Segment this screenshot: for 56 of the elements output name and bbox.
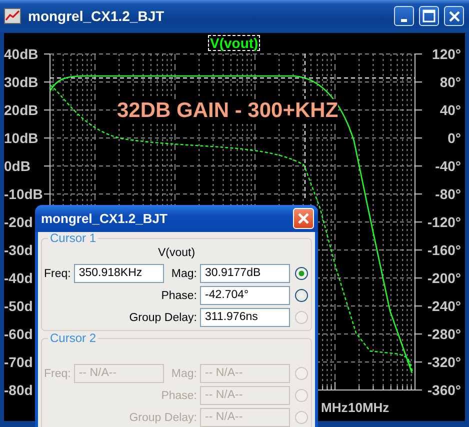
axis-label: -320° — [427, 354, 461, 370]
graph-icon — [4, 8, 21, 24]
axis-label: -80° — [435, 186, 461, 202]
group-title: Cursor 2 — [49, 332, 98, 345]
readout-field[interactable]: -42.704° — [200, 286, 290, 305]
field-label: Mag: — [171, 268, 197, 280]
axis-label: -50d — [4, 298, 33, 314]
axis-label: 80° — [440, 74, 461, 90]
axis-label: -200° — [427, 270, 461, 286]
axis-label: 10dB — [4, 130, 38, 146]
axis-label: -240° — [427, 298, 461, 314]
trace-name: V(vout) — [158, 246, 196, 260]
field-label: Freq: — [44, 368, 71, 380]
axis-label: -10dB — [4, 186, 43, 202]
axis-label: 120° — [432, 46, 461, 62]
axis-label: -80d — [4, 382, 33, 398]
axis-label: -120° — [427, 214, 461, 230]
axis-label: MHz — [321, 400, 348, 416]
axis-label: 40° — [440, 102, 461, 118]
trace-label[interactable]: V(vout) — [208, 35, 260, 51]
axis-label: 0dB — [4, 158, 30, 174]
axis-label: 20dB — [4, 102, 38, 118]
field-label: Phase: — [161, 290, 197, 302]
dialog-title: mongrel_CX1.2_BJT — [41, 211, 168, 226]
axis-label: -280° — [427, 326, 461, 342]
close-icon — [448, 10, 460, 22]
axis-label: 0° — [448, 130, 461, 146]
axis-label: 30dB — [4, 74, 38, 90]
axis-label: -160° — [427, 242, 461, 258]
axis-label: -30d — [4, 242, 33, 258]
field-label: Group Delay: — [129, 412, 197, 424]
minimize-button[interactable] — [394, 6, 414, 26]
close-icon — [297, 212, 310, 225]
axis-label: -360° — [427, 382, 461, 398]
minimize-icon — [401, 18, 407, 22]
frequency-field[interactable]: 350.918KHz — [74, 264, 164, 283]
group-title: Cursor 1 — [49, 232, 98, 245]
axis-label: -20d — [4, 214, 33, 230]
field-label: Mag: — [171, 368, 197, 380]
annotation-text: 32DB GAIN - 300+KHZ — [117, 99, 338, 123]
field-label: Phase: — [161, 390, 197, 402]
radio-button[interactable] — [294, 267, 308, 280]
radio-button[interactable] — [294, 289, 308, 302]
maximize-button[interactable] — [419, 6, 439, 26]
field-label: Freq: — [44, 268, 71, 280]
axis-label: 40dB — [4, 46, 38, 62]
axis-label: -70d — [4, 354, 33, 370]
field-label: Group Delay: — [129, 312, 197, 324]
axis-label: 10MHz — [348, 400, 390, 416]
axis-label: -40d — [4, 270, 33, 286]
window-title: mongrel_CX1.2_BJT — [27, 8, 166, 24]
maximize-icon — [422, 9, 436, 23]
readout-field[interactable]: 30.9177dB — [200, 264, 290, 283]
axis-label: -40° — [435, 158, 461, 174]
axis-label: -60d — [4, 326, 33, 342]
close-button[interactable] — [444, 6, 464, 26]
